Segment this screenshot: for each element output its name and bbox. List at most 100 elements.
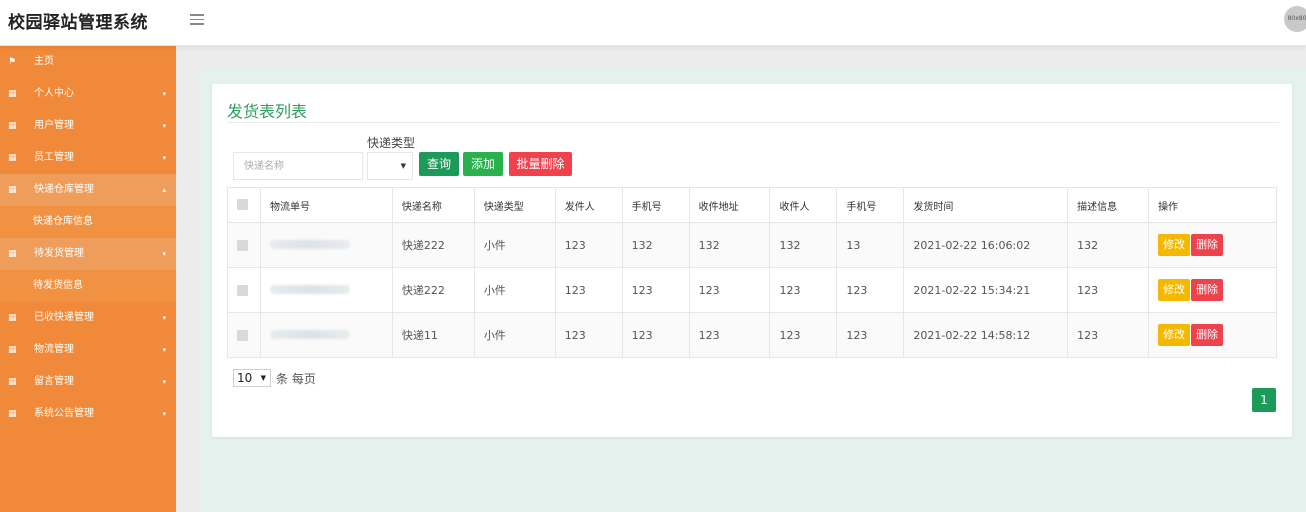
select-all-checkbox[interactable]	[237, 199, 248, 211]
sidebar-item-personal-center[interactable]: ▦ 个人中心 ▾	[0, 78, 176, 110]
column-header: 收件人	[769, 187, 838, 223]
pagination-page-1[interactable]: 1	[1252, 388, 1276, 412]
grid-icon: ▦	[8, 409, 17, 419]
sidebar-item-label: 物流管理	[34, 344, 74, 355]
sidebar-item-announcement-management[interactable]: ▦ 系统公告管理 ▾	[0, 398, 176, 430]
avatar[interactable]: 80x80	[1284, 6, 1306, 32]
delete-button[interactable]: 删除	[1191, 234, 1224, 256]
page-size-value: 10	[237, 371, 253, 385]
redacted-tracking-number	[269, 284, 350, 294]
sidebar-item-logistics-management[interactable]: ▦ 物流管理 ▾	[0, 334, 176, 366]
column-header: 发货时间	[903, 187, 1069, 223]
bulk-delete-button[interactable]: 批量删除	[509, 152, 572, 176]
sidebar-item-staff-management[interactable]: ▦ 员工管理 ▾	[0, 142, 176, 174]
menu-toggle-icon[interactable]	[190, 14, 204, 26]
actions-cell: 修改 删除	[1148, 267, 1277, 313]
description-cell: 123	[1067, 312, 1150, 358]
caret-down-icon: ▾	[162, 90, 166, 98]
table-row: 快递11 小件 123 123 123 123 123 2021-02-22 1…	[227, 312, 1277, 358]
description-cell: 123	[1067, 267, 1150, 313]
edit-button[interactable]: 修改	[1158, 234, 1191, 256]
edit-button[interactable]: 修改	[1158, 324, 1191, 346]
sidebar-item-label: 系统公告管理	[34, 408, 94, 419]
sidebar-item-label: 主页	[34, 56, 54, 67]
sidebar-item-warehouse-management[interactable]: ▦ 快递仓库管理 ▴	[0, 174, 176, 206]
sidebar-item-pending-shipment-management[interactable]: ▦ 待发货管理 ▾	[0, 238, 176, 270]
tracking-number-cell	[259, 267, 393, 313]
redacted-tracking-number	[269, 329, 350, 339]
sidebar-item-label: 留言管理	[34, 376, 74, 387]
receiver-cell: 132	[769, 222, 838, 268]
actions-cell: 修改 删除	[1148, 222, 1277, 268]
receiver-phone-cell: 123	[836, 312, 905, 358]
shipment-list-card: 发货表列表 快递类型 ▼ 查询 添加 批量删除 物流单号 快递名称 快递类型 发…	[212, 84, 1292, 437]
express-type-select[interactable]: ▼	[367, 152, 413, 180]
row-select-cell[interactable]	[227, 267, 261, 313]
flag-icon: ⚑	[8, 57, 17, 67]
row-checkbox[interactable]	[237, 285, 248, 296]
caret-down-icon: ▾	[162, 154, 166, 162]
sidebar-item-label: 员工管理	[34, 152, 74, 163]
row-select-cell[interactable]	[227, 312, 261, 358]
table-header-row: 物流单号 快递名称 快递类型 发件人 手机号 收件地址 收件人 手机号 发货时间…	[227, 187, 1277, 223]
sidebar-item-received-management[interactable]: ▦ 已收快递管理 ▾	[0, 302, 176, 334]
column-header: 描述信息	[1067, 187, 1150, 223]
caret-down-icon: ▼	[400, 162, 406, 170]
delete-button[interactable]: 删除	[1191, 324, 1224, 346]
express-type-cell: 小件	[473, 222, 556, 268]
address-cell: 132	[688, 222, 771, 268]
sender-cell: 123	[554, 312, 623, 358]
column-header: 快递类型	[473, 187, 556, 223]
column-header: 操作	[1148, 187, 1277, 223]
shipment-table: 物流单号 快递名称 快递类型 发件人 手机号 收件地址 收件人 手机号 发货时间…	[227, 187, 1277, 358]
tracking-number-cell	[259, 222, 393, 268]
ship-time-cell: 2021-02-22 14:58:12	[903, 312, 1069, 358]
table-row: 快递222 小件 123 132 132 132 13 2021-02-22 1…	[227, 222, 1277, 268]
sidebar-item-user-management[interactable]: ▦ 用户管理 ▾	[0, 110, 176, 142]
ship-time-cell: 2021-02-22 15:34:21	[903, 267, 1069, 313]
row-select-cell[interactable]	[227, 222, 261, 268]
express-type-label: 快递类型	[367, 136, 416, 150]
grid-icon: ▦	[8, 377, 17, 387]
sidebar-item-label: 已收快递管理	[34, 312, 94, 323]
row-checkbox[interactable]	[237, 240, 248, 251]
express-name-search-input[interactable]	[233, 152, 363, 180]
sender-cell: 123	[554, 222, 623, 268]
sidebar-item-label: 待发货管理	[34, 248, 84, 259]
ship-time-cell: 2021-02-22 16:06:02	[903, 222, 1069, 268]
sidebar: ⚑ 主页 ▦ 个人中心 ▾ ▦ 用户管理 ▾ ▦ 员工管理 ▾ ▦ 快递仓库管理…	[0, 46, 176, 512]
column-header: 手机号	[621, 187, 690, 223]
sidebar-item-label: 快递仓库管理	[34, 184, 94, 195]
sender-cell: 123	[554, 267, 623, 313]
sidebar-item-home[interactable]: ⚑ 主页	[0, 46, 176, 78]
grid-icon: ▦	[8, 345, 17, 355]
caret-down-icon: ▼	[260, 374, 266, 382]
sidebar-subitem-warehouse-info[interactable]: 快递仓库信息	[0, 206, 176, 238]
sidebar-subitem-pending-shipment-info[interactable]: 待发货信息	[0, 270, 176, 302]
caret-down-icon: ▾	[162, 378, 166, 386]
edit-button[interactable]: 修改	[1158, 279, 1191, 301]
select-all-cell[interactable]	[227, 187, 261, 223]
express-type-cell: 小件	[473, 267, 556, 313]
receiver-phone-cell: 13	[836, 222, 905, 268]
query-button[interactable]: 查询	[419, 152, 459, 176]
express-name-cell: 快递222	[391, 222, 475, 268]
caret-down-icon: ▾	[162, 314, 166, 322]
brand-title: 校园驿站管理系统	[8, 13, 148, 33]
sender-phone-cell: 123	[621, 267, 690, 313]
delete-button[interactable]: 删除	[1191, 279, 1224, 301]
page-size-select[interactable]: 10 ▼	[233, 369, 271, 387]
add-button[interactable]: 添加	[463, 152, 503, 176]
row-checkbox[interactable]	[237, 330, 248, 341]
caret-down-icon: ▾	[162, 410, 166, 418]
sidebar-item-label: 用户管理	[34, 120, 74, 131]
sender-phone-cell: 123	[621, 312, 690, 358]
column-header: 收件地址	[688, 187, 771, 223]
column-header: 发件人	[554, 187, 623, 223]
grid-icon: ▦	[8, 121, 17, 131]
caret-down-icon: ▾	[162, 122, 166, 130]
address-cell: 123	[688, 312, 771, 358]
description-cell: 132	[1067, 222, 1150, 268]
column-header: 物流单号	[259, 187, 393, 223]
sidebar-item-message-management[interactable]: ▦ 留言管理 ▾	[0, 366, 176, 398]
